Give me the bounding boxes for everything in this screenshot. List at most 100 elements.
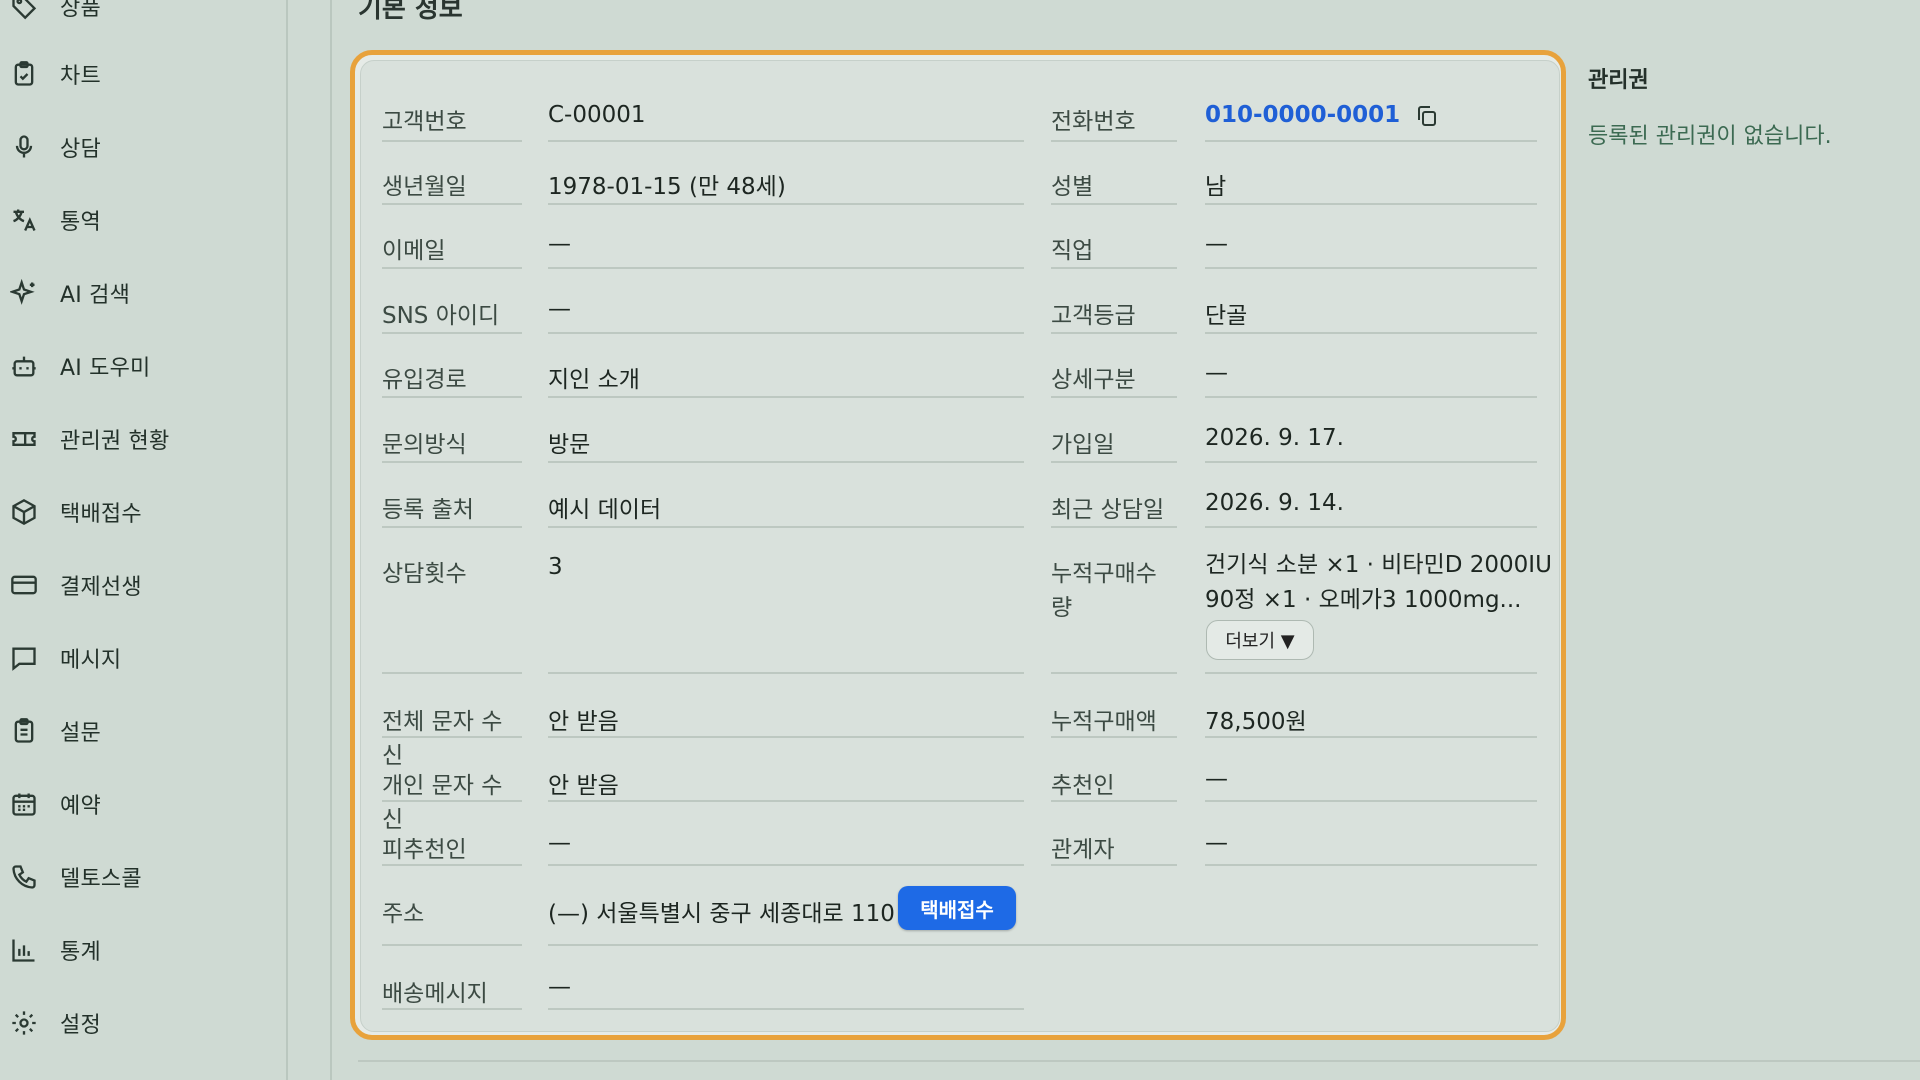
label-recent: 최근 상담일 bbox=[1051, 480, 1177, 528]
bottom-divider bbox=[358, 1060, 1920, 1062]
label-cumulative-qty: 누적구매수량 bbox=[1051, 544, 1177, 674]
label-consult-count: 상담횟수 bbox=[382, 544, 522, 674]
sidebar-item-payment[interactable]: 결제선생 bbox=[10, 561, 270, 609]
value-grade: 단골 bbox=[1205, 286, 1537, 334]
value-referred: — bbox=[548, 820, 1024, 866]
sidebar-item-label: 설문 bbox=[60, 721, 101, 746]
phone-icon bbox=[12, 865, 36, 889]
value-sms-all: 안 받음 bbox=[548, 692, 1024, 738]
sidebar-item-label: 상품 bbox=[60, 0, 101, 21]
label-related: 관계자 bbox=[1051, 820, 1177, 866]
sidebar-item-reservation[interactable]: 예약 bbox=[10, 780, 270, 828]
translate-icon bbox=[13, 209, 36, 231]
more-button[interactable]: 더보기 ▼ bbox=[1206, 620, 1314, 660]
section-title: 기본 정보 bbox=[358, 0, 463, 24]
sidebar-item-label: 델토스콜 bbox=[60, 867, 142, 892]
label-gender: 성별 bbox=[1051, 157, 1177, 205]
sidebar-item-label: 관리권 현황 bbox=[60, 429, 170, 454]
value-cumulative-qty-line2: 90정 ×1 · 오메가3 1000mg... bbox=[1205, 587, 1522, 613]
value-birth: 1978-01-15 (만 48세) bbox=[548, 157, 1024, 205]
calendar-icon bbox=[12, 793, 36, 816]
sparkles-icon bbox=[10, 279, 35, 305]
label-sms-all: 전체 문자 수신 bbox=[382, 692, 522, 769]
membership-empty-text: 등록된 관리권이 없습니다. bbox=[1588, 124, 1832, 149]
shipping-register-button[interactable]: 택배접수 bbox=[898, 886, 1016, 930]
tag-icon bbox=[12, 0, 37, 20]
bot-icon bbox=[12, 356, 36, 377]
sidebar-item-settings[interactable]: 설정 bbox=[10, 999, 270, 1047]
sidebar-item-label: 통계 bbox=[60, 940, 101, 965]
bar-chart-icon bbox=[12, 939, 35, 962]
phone-row: 010-0000-0001 bbox=[1205, 92, 1537, 142]
value-phone[interactable]: 010-0000-0001 bbox=[1205, 102, 1400, 128]
label-joined: 가입일 bbox=[1051, 415, 1177, 463]
value-job: — bbox=[1205, 221, 1537, 269]
value-related: — bbox=[1205, 820, 1537, 866]
copy-icon[interactable] bbox=[1415, 104, 1439, 128]
credit-card-icon bbox=[11, 575, 37, 595]
value-joined: 2026. 9. 17. bbox=[1205, 415, 1537, 463]
content-gutter bbox=[288, 0, 332, 1080]
membership-panel-title: 관리권 bbox=[1588, 68, 1649, 93]
sidebar-item-ai-search[interactable]: AI 검색 bbox=[10, 269, 270, 317]
sidebar-item-consult[interactable]: 상담 bbox=[10, 123, 270, 171]
value-customer-no: C-00001 bbox=[548, 92, 1024, 142]
value-detail: — bbox=[1205, 350, 1537, 398]
value-source: 예시 데이터 bbox=[548, 480, 1024, 528]
label-grade: 고객등급 bbox=[1051, 286, 1177, 334]
sidebar-item-shipping[interactable]: 택배접수 bbox=[10, 488, 270, 536]
value-referrer: — bbox=[1205, 756, 1537, 802]
label-source: 등록 출처 bbox=[382, 480, 522, 528]
sidebar-item-message[interactable]: 메시지 bbox=[10, 634, 270, 682]
value-recent: 2026. 9. 14. bbox=[1205, 480, 1537, 528]
sidebar-item-chart[interactable]: 차트 bbox=[10, 50, 270, 98]
sidebar-item-translate[interactable]: 통역 bbox=[10, 196, 270, 244]
value-gender: 남 bbox=[1205, 157, 1537, 205]
sidebar-item-label: 결제선생 bbox=[60, 575, 142, 600]
value-email: — bbox=[548, 221, 1024, 269]
value-sns: — bbox=[548, 286, 1024, 334]
label-sms-personal: 개인 문자 수신 bbox=[382, 756, 522, 833]
value-inquiry: 방문 bbox=[548, 415, 1024, 463]
label-address: 주소 bbox=[382, 884, 522, 946]
label-birth: 생년월일 bbox=[382, 157, 522, 205]
sidebar-item-label: 상담 bbox=[60, 137, 101, 162]
label-job: 직업 bbox=[1051, 221, 1177, 269]
value-cumulative-qty-line1: 건기식 소분 ×1 · 비타민D 2000IU bbox=[1205, 552, 1552, 578]
sidebar: 상품 차트 상담 통역 AI 검색 AI 도우미 관리권 현황 택배접수 결제선… bbox=[0, 0, 288, 1080]
sidebar-item-label: 택배접수 bbox=[60, 502, 142, 527]
label-referrer: 추천인 bbox=[1051, 756, 1177, 802]
sidebar-item-label: AI 도우미 bbox=[60, 356, 151, 381]
sidebar-item-stats[interactable]: 통계 bbox=[10, 926, 270, 974]
label-customer-no: 고객번호 bbox=[382, 92, 522, 142]
microphone-icon bbox=[15, 135, 33, 158]
label-referred: 피추천인 bbox=[382, 820, 522, 866]
label-inquiry: 문의방식 bbox=[382, 415, 522, 463]
label-phone: 전화번호 bbox=[1051, 92, 1177, 142]
value-cumulative-amount: 78,500원 bbox=[1205, 692, 1537, 738]
more-button-label: 더보기 ▼ bbox=[1225, 631, 1295, 652]
package-icon bbox=[12, 498, 36, 526]
value-consult-count: 3 bbox=[548, 544, 1024, 674]
label-delivery-msg: 배송메시지 bbox=[382, 964, 522, 1010]
sidebar-item-label: 차트 bbox=[60, 64, 101, 89]
value-inflow: 지인 소개 bbox=[548, 350, 1024, 398]
label-sns: SNS 아이디 bbox=[382, 286, 522, 334]
sidebar-item-call[interactable]: 델토스콜 bbox=[10, 853, 270, 901]
clipboard-list-icon bbox=[14, 718, 34, 743]
message-square-icon bbox=[12, 647, 36, 671]
sidebar-item-membership[interactable]: 관리권 현황 bbox=[10, 415, 270, 463]
sidebar-item-label: 설정 bbox=[60, 1013, 101, 1038]
sidebar-item-label: AI 검색 bbox=[60, 283, 131, 308]
value-delivery-msg: — bbox=[548, 964, 1024, 1010]
gear-icon bbox=[12, 1011, 36, 1035]
sidebar-item-survey[interactable]: 설문 bbox=[10, 707, 270, 755]
label-detail: 상세구분 bbox=[1051, 350, 1177, 398]
sidebar-item-label: 메시지 bbox=[60, 648, 122, 673]
sidebar-item-label: 예약 bbox=[60, 794, 101, 819]
label-inflow: 유입경로 bbox=[382, 350, 522, 398]
value-sms-personal: 안 받음 bbox=[548, 756, 1024, 802]
sidebar-item-ai-assistant[interactable]: AI 도우미 bbox=[10, 342, 270, 390]
sidebar-item-products[interactable]: 상품 bbox=[10, 0, 270, 30]
value-address: (—) 서울특별시 중구 세종대로 110 bbox=[548, 901, 895, 927]
